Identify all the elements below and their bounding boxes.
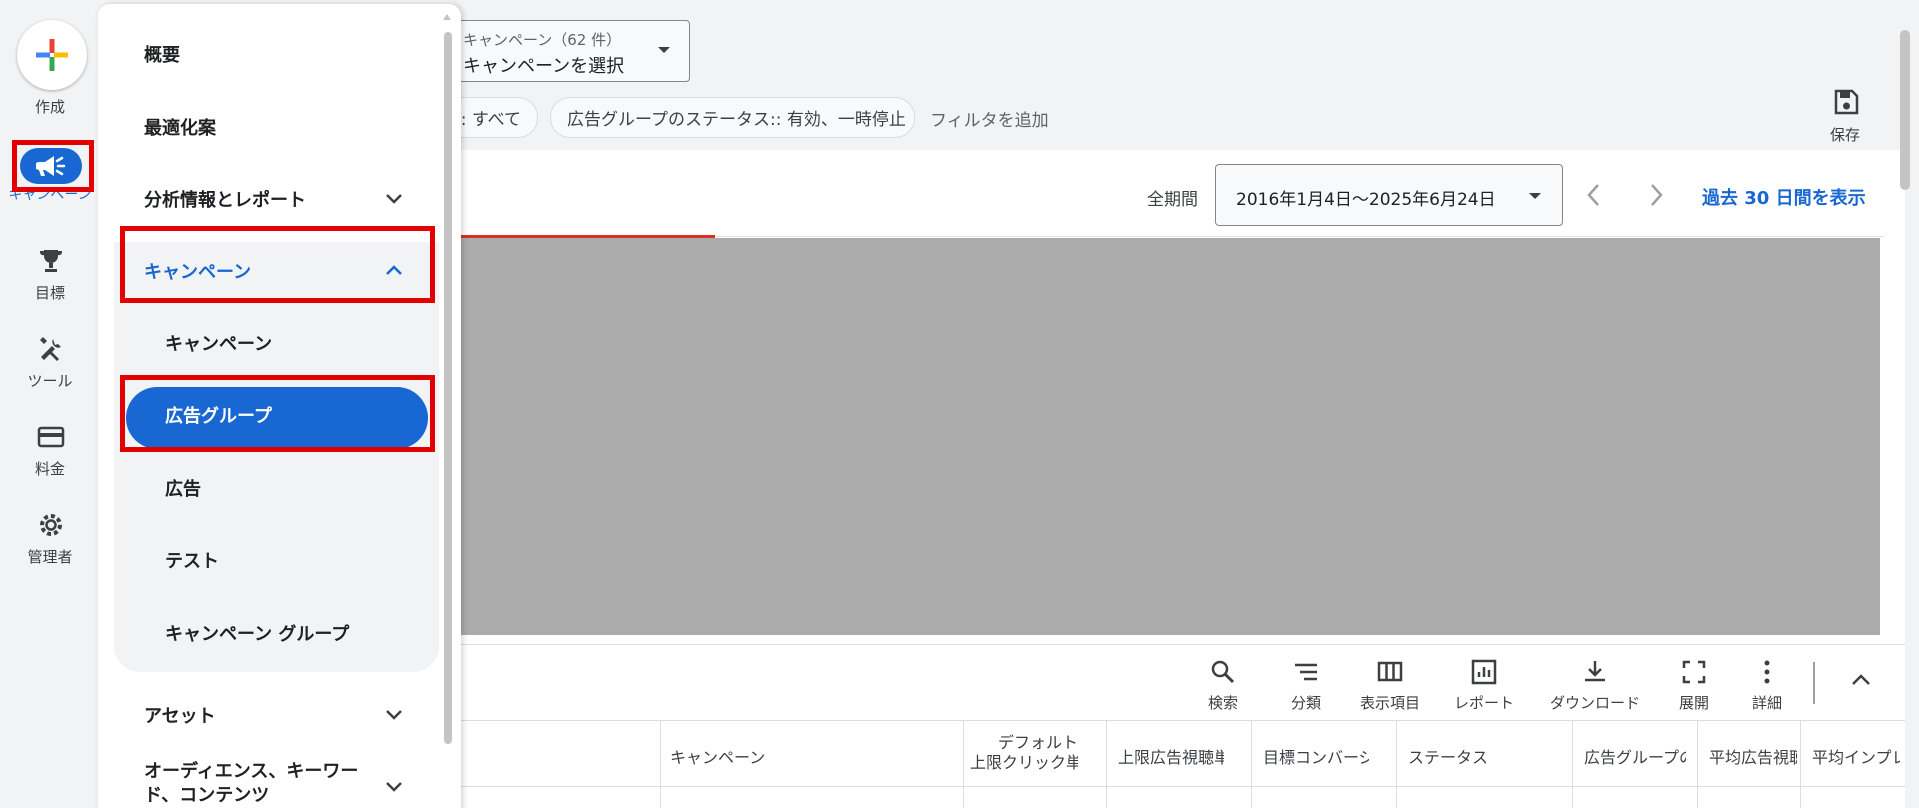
- create-label: 作成: [34, 98, 65, 116]
- campaigns-submenu-background: [114, 242, 439, 672]
- performance-chart-placeholder: [445, 238, 1880, 635]
- columns-tool-label: 表示項目: [1359, 694, 1420, 712]
- trophy-icon[interactable]: [36, 246, 66, 276]
- column-separator: [1572, 721, 1573, 808]
- goals-nav-label[interactable]: 目標: [0, 282, 100, 303]
- search-tool[interactable]: 検索: [1178, 658, 1268, 713]
- tools-nav-label[interactable]: ツール: [0, 370, 100, 391]
- column-header-status[interactable]: ステータス: [1408, 744, 1488, 808]
- campaign-selector[interactable]: キャンペーン（62 件） キャンペーンを選択: [440, 20, 690, 82]
- tools-icon[interactable]: [36, 334, 66, 364]
- gear-icon[interactable]: [36, 510, 66, 540]
- columns-icon: [1377, 661, 1403, 682]
- toolbar-separator: [1813, 662, 1815, 704]
- save-label[interactable]: 保存: [1830, 124, 1860, 145]
- campaigns-nav-label: キャンペーン: [8, 187, 92, 203]
- campaigns-nav-button[interactable]: [20, 148, 82, 184]
- chevron-left-icon[interactable]: [1584, 182, 1604, 208]
- drawer-item-campaigns-section[interactable]: キャンペーン: [144, 258, 251, 284]
- campaign-selector-caption: キャンペーン（62 件）: [463, 31, 622, 49]
- column-header-max-cpv[interactable]: 上限広告視聴単: [1118, 744, 1224, 808]
- create-button[interactable]: [17, 20, 87, 90]
- drawer-item-audiences-line2: ド、コンテンツ: [144, 785, 270, 806]
- column-header-avg-cpv[interactable]: 平均広告視聴: [1709, 744, 1797, 808]
- filter-chip-adgroup-status[interactable]: 広告グループのステータス:: 有効、一時停止: [550, 97, 915, 138]
- download-icon: [1585, 661, 1605, 682]
- credit-card-icon[interactable]: [36, 422, 66, 452]
- expand-tool-label: 展開: [1678, 694, 1709, 712]
- segment-tool[interactable]: 分類: [1261, 658, 1351, 713]
- reports-tool-label: レポート: [1453, 694, 1514, 712]
- column-separator: [1800, 721, 1801, 808]
- navigation-rail: 作成 キャンペーン 目標 ツール 料金 管理者: [0, 0, 100, 808]
- more-vert-icon: [1764, 660, 1770, 684]
- drawer-subitem-adgroups-label[interactable]: 広告グループ: [165, 402, 272, 428]
- reports-tool[interactable]: レポート: [1439, 658, 1529, 713]
- fullscreen-icon: [1682, 660, 1706, 684]
- search-tool-label: 検索: [1207, 694, 1238, 712]
- table-header-top-border: [445, 720, 1905, 721]
- navigation-drawer: 概要 最適化案 分析情報とレポート キャンペーン キャンペーン 広告グループ 広…: [98, 4, 461, 808]
- drawer-scrollbar-thumb[interactable]: [444, 32, 452, 744]
- chevron-up-icon[interactable]: [384, 260, 404, 280]
- admin-nav-label[interactable]: 管理者: [0, 546, 100, 567]
- date-range-selector[interactable]: 2016年1月4日〜2025年6月24日: [1215, 164, 1563, 226]
- more-tool[interactable]: 詳細: [1722, 658, 1812, 713]
- add-filter-link[interactable]: フィルタを追加: [930, 106, 1049, 131]
- column-separator: [1396, 721, 1397, 808]
- drawer-item-audiences-line1: オーディエンス、キーワー: [144, 761, 359, 782]
- page-scrollbar[interactable]: [1900, 30, 1910, 190]
- drawer-subitem-campaigns[interactable]: キャンペーン: [165, 330, 272, 356]
- filter-chip-adgroup-status-label: 広告グループのステータス:: 有効、一時停止: [567, 110, 906, 130]
- chart-bottom-divider: [445, 644, 1905, 645]
- chevron-right-icon[interactable]: [1646, 182, 1666, 208]
- drawer-item-recommendations[interactable]: 最適化案: [144, 114, 216, 140]
- download-tool[interactable]: ダウンロード: [1535, 658, 1655, 713]
- date-range-value: 2016年1月4日〜2025年6月24日: [1236, 190, 1496, 210]
- table-header-bottom-border: [445, 786, 1905, 787]
- chevron-down-icon[interactable]: [384, 188, 404, 208]
- column-separator: [660, 721, 661, 808]
- drawer-subitem-ads[interactable]: 広告: [165, 475, 201, 501]
- chevron-up-icon[interactable]: [1850, 672, 1872, 688]
- drawer-subitem-experiments[interactable]: テスト: [165, 547, 219, 573]
- column-header-default-max-cpc-line2: 上限クリック単: [970, 753, 1078, 772]
- column-header-adgroup-type[interactable]: 広告グループの: [1584, 744, 1686, 808]
- segment-icon: [1295, 663, 1317, 681]
- bar-chart-icon: [1471, 659, 1497, 685]
- drawer-item-assets[interactable]: アセット: [144, 702, 216, 728]
- show-last-30-days-link[interactable]: 過去 30 日間を表示: [1702, 184, 1866, 210]
- column-separator: [1251, 721, 1252, 808]
- scroll-up-arrow-icon[interactable]: [442, 12, 452, 22]
- drawer-item-overview[interactable]: 概要: [144, 41, 180, 67]
- column-separator: [1697, 721, 1698, 808]
- more-tool-label: 詳細: [1751, 694, 1782, 712]
- column-header-target-cpa[interactable]: 目標コンバージ: [1263, 744, 1369, 808]
- dropdown-arrow-icon: [658, 47, 670, 53]
- drawer-item-audiences[interactable]: オーディエンス、キーワー ド、コンテンツ: [144, 760, 358, 808]
- drawer-subitem-campaign-groups[interactable]: キャンペーン グループ: [165, 620, 349, 646]
- search-icon: [1211, 660, 1235, 684]
- download-tool-label: ダウンロード: [1549, 694, 1640, 712]
- period-label: 全期間: [1147, 190, 1198, 210]
- drawer-item-insights[interactable]: 分析情報とレポート: [144, 186, 306, 212]
- columns-tool[interactable]: 表示項目: [1345, 658, 1435, 713]
- column-separator: [963, 721, 964, 808]
- megaphone-icon: [36, 156, 66, 176]
- dropdown-arrow-icon: [1529, 193, 1541, 199]
- segment-tool-label: 分類: [1290, 694, 1321, 712]
- column-separator: [1106, 721, 1107, 808]
- save-icon[interactable]: [1832, 88, 1860, 116]
- column-header-avg-cpm[interactable]: 平均インプレ: [1812, 744, 1900, 808]
- plus-icon: [36, 39, 68, 71]
- column-header-campaign[interactable]: キャンペーン: [670, 744, 765, 808]
- billing-nav-label[interactable]: 料金: [0, 458, 100, 479]
- filter-chip-campaign-status-label: :: すべて: [455, 110, 521, 130]
- chevron-down-icon[interactable]: [384, 776, 404, 796]
- column-header-default-max-cpc[interactable]: デフォルト 上限クリック単: [970, 733, 1078, 808]
- column-header-default-max-cpc-line1: デフォルト: [997, 733, 1078, 752]
- campaign-selector-value: キャンペーンを選択: [463, 56, 625, 77]
- chevron-down-icon[interactable]: [384, 704, 404, 724]
